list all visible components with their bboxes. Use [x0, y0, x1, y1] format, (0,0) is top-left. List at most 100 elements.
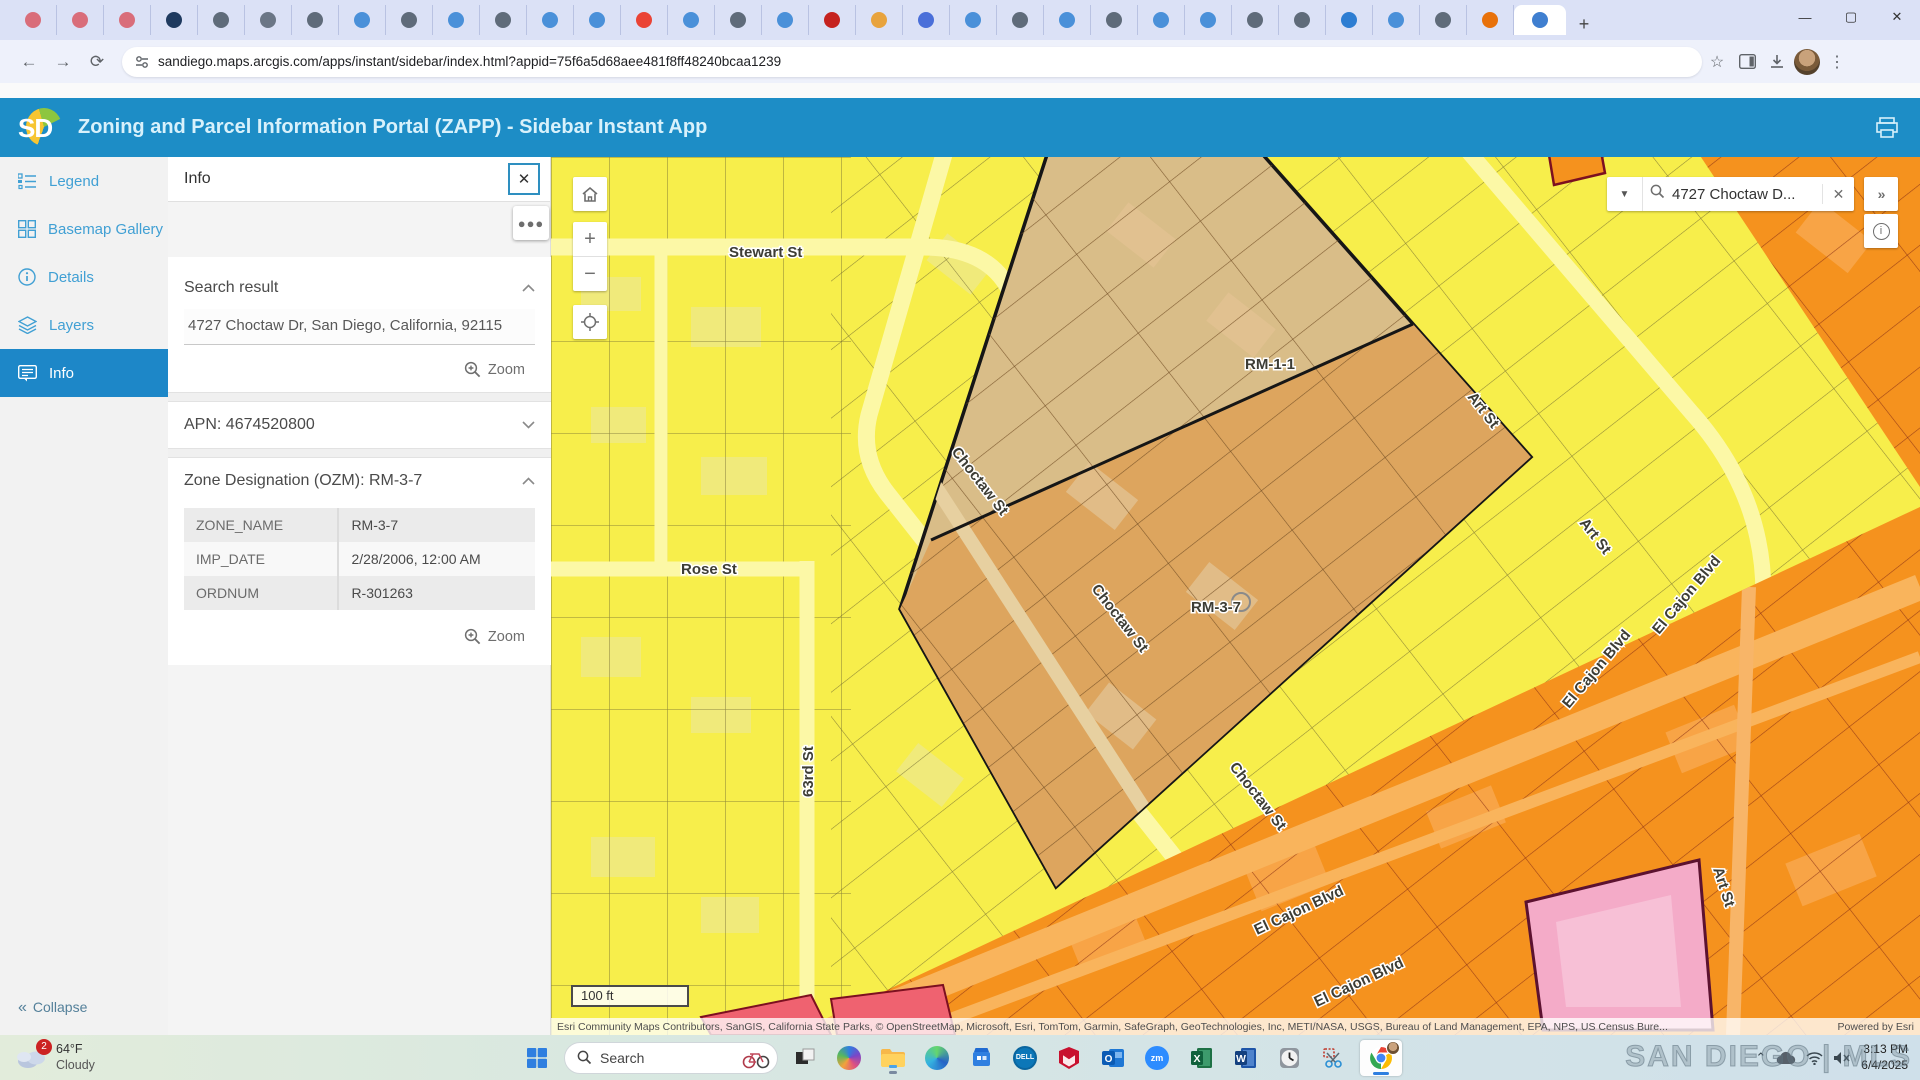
microsoft-store-button[interactable] [964, 1041, 998, 1075]
panel-more-options-button[interactable]: ●●● [513, 206, 549, 240]
browser-tab[interactable] [292, 5, 339, 35]
browser-tab[interactable] [1373, 5, 1420, 35]
taskbar: 2 64°F Cloudy Search [0, 1035, 1920, 1080]
browser-tab[interactable] [950, 5, 997, 35]
excel-button[interactable]: X [1184, 1041, 1218, 1075]
sidebar-item-info[interactable]: Info [0, 349, 168, 397]
network-wifi-icon[interactable] [1806, 1051, 1823, 1065]
tab-list[interactable] [10, 0, 1566, 40]
chrome-button[interactable] [1360, 1040, 1402, 1076]
clock-app-button[interactable] [1272, 1041, 1306, 1075]
back-button[interactable]: ← [12, 45, 46, 79]
sidebar-item-legend[interactable]: Legend [0, 157, 168, 205]
sidebar-item-basemap-gallery[interactable]: Basemap Gallery [0, 205, 168, 253]
tray-expand-chevron-icon[interactable]: ⌃ [1755, 1050, 1766, 1066]
copilot-button[interactable] [832, 1041, 866, 1075]
reload-button[interactable]: ⟳ [80, 45, 114, 79]
forward-button[interactable]: → [46, 45, 80, 79]
browser-tab[interactable] [386, 5, 433, 35]
browser-tab[interactable] [574, 5, 621, 35]
outlook-button[interactable]: O [1096, 1041, 1130, 1075]
browser-tab[interactable] [903, 5, 950, 35]
collapse-button[interactable]: «Collapse [18, 999, 87, 1017]
sidebar-item-label: Legend [49, 173, 99, 190]
apn-section-header[interactable]: APN: 4674520800 [168, 402, 551, 448]
edge-button[interactable] [920, 1041, 954, 1075]
browser-tab[interactable] [10, 5, 57, 35]
browser-tab[interactable] [1091, 5, 1138, 35]
browser-tab[interactable] [433, 5, 480, 35]
section-divider [168, 392, 551, 402]
zoom-app-button[interactable]: zm [1140, 1041, 1174, 1075]
browser-tab[interactable] [1185, 5, 1232, 35]
browser-tab[interactable] [1420, 5, 1467, 35]
new-tab-button[interactable]: + [1570, 10, 1598, 38]
browser-tab[interactable] [1467, 5, 1514, 35]
search-source-dropdown[interactable]: ▼ [1607, 177, 1643, 211]
browser-menu-icon[interactable]: ⋮ [1822, 47, 1852, 77]
zone-section-header[interactable]: Zone Designation (OZM): RM-3-7 [168, 458, 551, 498]
browser-tab[interactable] [57, 5, 104, 35]
snipping-tool-button[interactable] [1316, 1041, 1350, 1075]
side-panel-icon[interactable] [1732, 47, 1762, 77]
search-clear-icon[interactable]: ✕ [1822, 184, 1854, 204]
sidebar-item-details[interactable]: Details [0, 253, 168, 301]
browser-tab[interactable] [480, 5, 527, 35]
onedrive-cloud-icon[interactable] [1776, 1051, 1796, 1065]
map-search-input[interactable] [1672, 186, 1822, 203]
taskbar-clock[interactable]: 3:13 PM 6/4/2025 [1861, 1042, 1908, 1073]
map-info-button[interactable]: i [1864, 214, 1898, 248]
bookmark-star-icon[interactable]: ☆ [1702, 47, 1732, 77]
collapse-search-button[interactable]: » [1864, 177, 1898, 211]
browser-tab[interactable] [809, 5, 856, 35]
print-button[interactable] [1872, 115, 1902, 141]
zone-zoom-link[interactable]: Zoom [168, 612, 551, 659]
weather-widget[interactable]: 2 64°F Cloudy [14, 1042, 214, 1073]
browser-tab[interactable] [668, 5, 715, 35]
address-bar[interactable]: sandiego.maps.arcgis.com/apps/instant/si… [122, 47, 1702, 77]
browser-tab[interactable] [762, 5, 809, 35]
browser-tab[interactable] [1138, 5, 1185, 35]
close-button[interactable]: ✕ [1874, 0, 1920, 34]
zoom-in-button[interactable]: + [573, 222, 607, 256]
browser-tab[interactable] [1232, 5, 1279, 35]
maximize-button[interactable]: ▢ [1828, 0, 1874, 34]
mcafee-button[interactable] [1052, 1041, 1086, 1075]
browser-tab[interactable] [527, 5, 574, 35]
browser-tab[interactable] [245, 5, 292, 35]
search-result-section-header[interactable]: Search result [168, 271, 551, 305]
search-result-zoom-link[interactable]: Zoom [168, 345, 551, 392]
browser-tab[interactable] [151, 5, 198, 35]
panel-close-button[interactable]: ✕ [508, 163, 540, 195]
sidebar-item-layers[interactable]: Layers [0, 301, 168, 349]
tab-favicon [72, 12, 88, 28]
zoom-out-button[interactable]: − [573, 257, 607, 291]
start-button[interactable] [520, 1041, 554, 1075]
browser-tab[interactable] [339, 5, 386, 35]
map-view[interactable]: Stewart St Rose St 63rd St Choctaw St Ch… [551, 157, 1920, 1035]
home-button[interactable] [573, 177, 607, 211]
browser-tab[interactable] [856, 5, 903, 35]
volume-muted-icon[interactable] [1833, 1051, 1851, 1065]
browser-tab[interactable] [1326, 5, 1373, 35]
browser-tab[interactable] [997, 5, 1044, 35]
task-view-button[interactable] [788, 1041, 822, 1075]
tab-favicon [1294, 12, 1310, 28]
browser-tab[interactable] [621, 5, 668, 35]
browser-tab[interactable] [104, 5, 151, 35]
locate-button[interactable] [573, 305, 607, 339]
dell-display-manager-button[interactable]: DELL [1008, 1041, 1042, 1075]
browser-tab[interactable] [198, 5, 245, 35]
downloads-icon[interactable] [1762, 47, 1792, 77]
browser-tab[interactable] [1044, 5, 1091, 35]
minimize-button[interactable]: — [1782, 0, 1828, 34]
browser-tab[interactable] [715, 5, 762, 35]
browser-tab-active[interactable] [1514, 5, 1566, 35]
browser-tab[interactable] [1279, 5, 1326, 35]
attribute-name: IMP_DATE [184, 542, 338, 576]
file-explorer-button[interactable] [876, 1041, 910, 1075]
taskbar-search-box[interactable]: Search [564, 1042, 778, 1074]
word-button[interactable]: W [1228, 1041, 1262, 1075]
info-icon [18, 365, 37, 382]
profile-avatar[interactable] [1792, 47, 1822, 77]
